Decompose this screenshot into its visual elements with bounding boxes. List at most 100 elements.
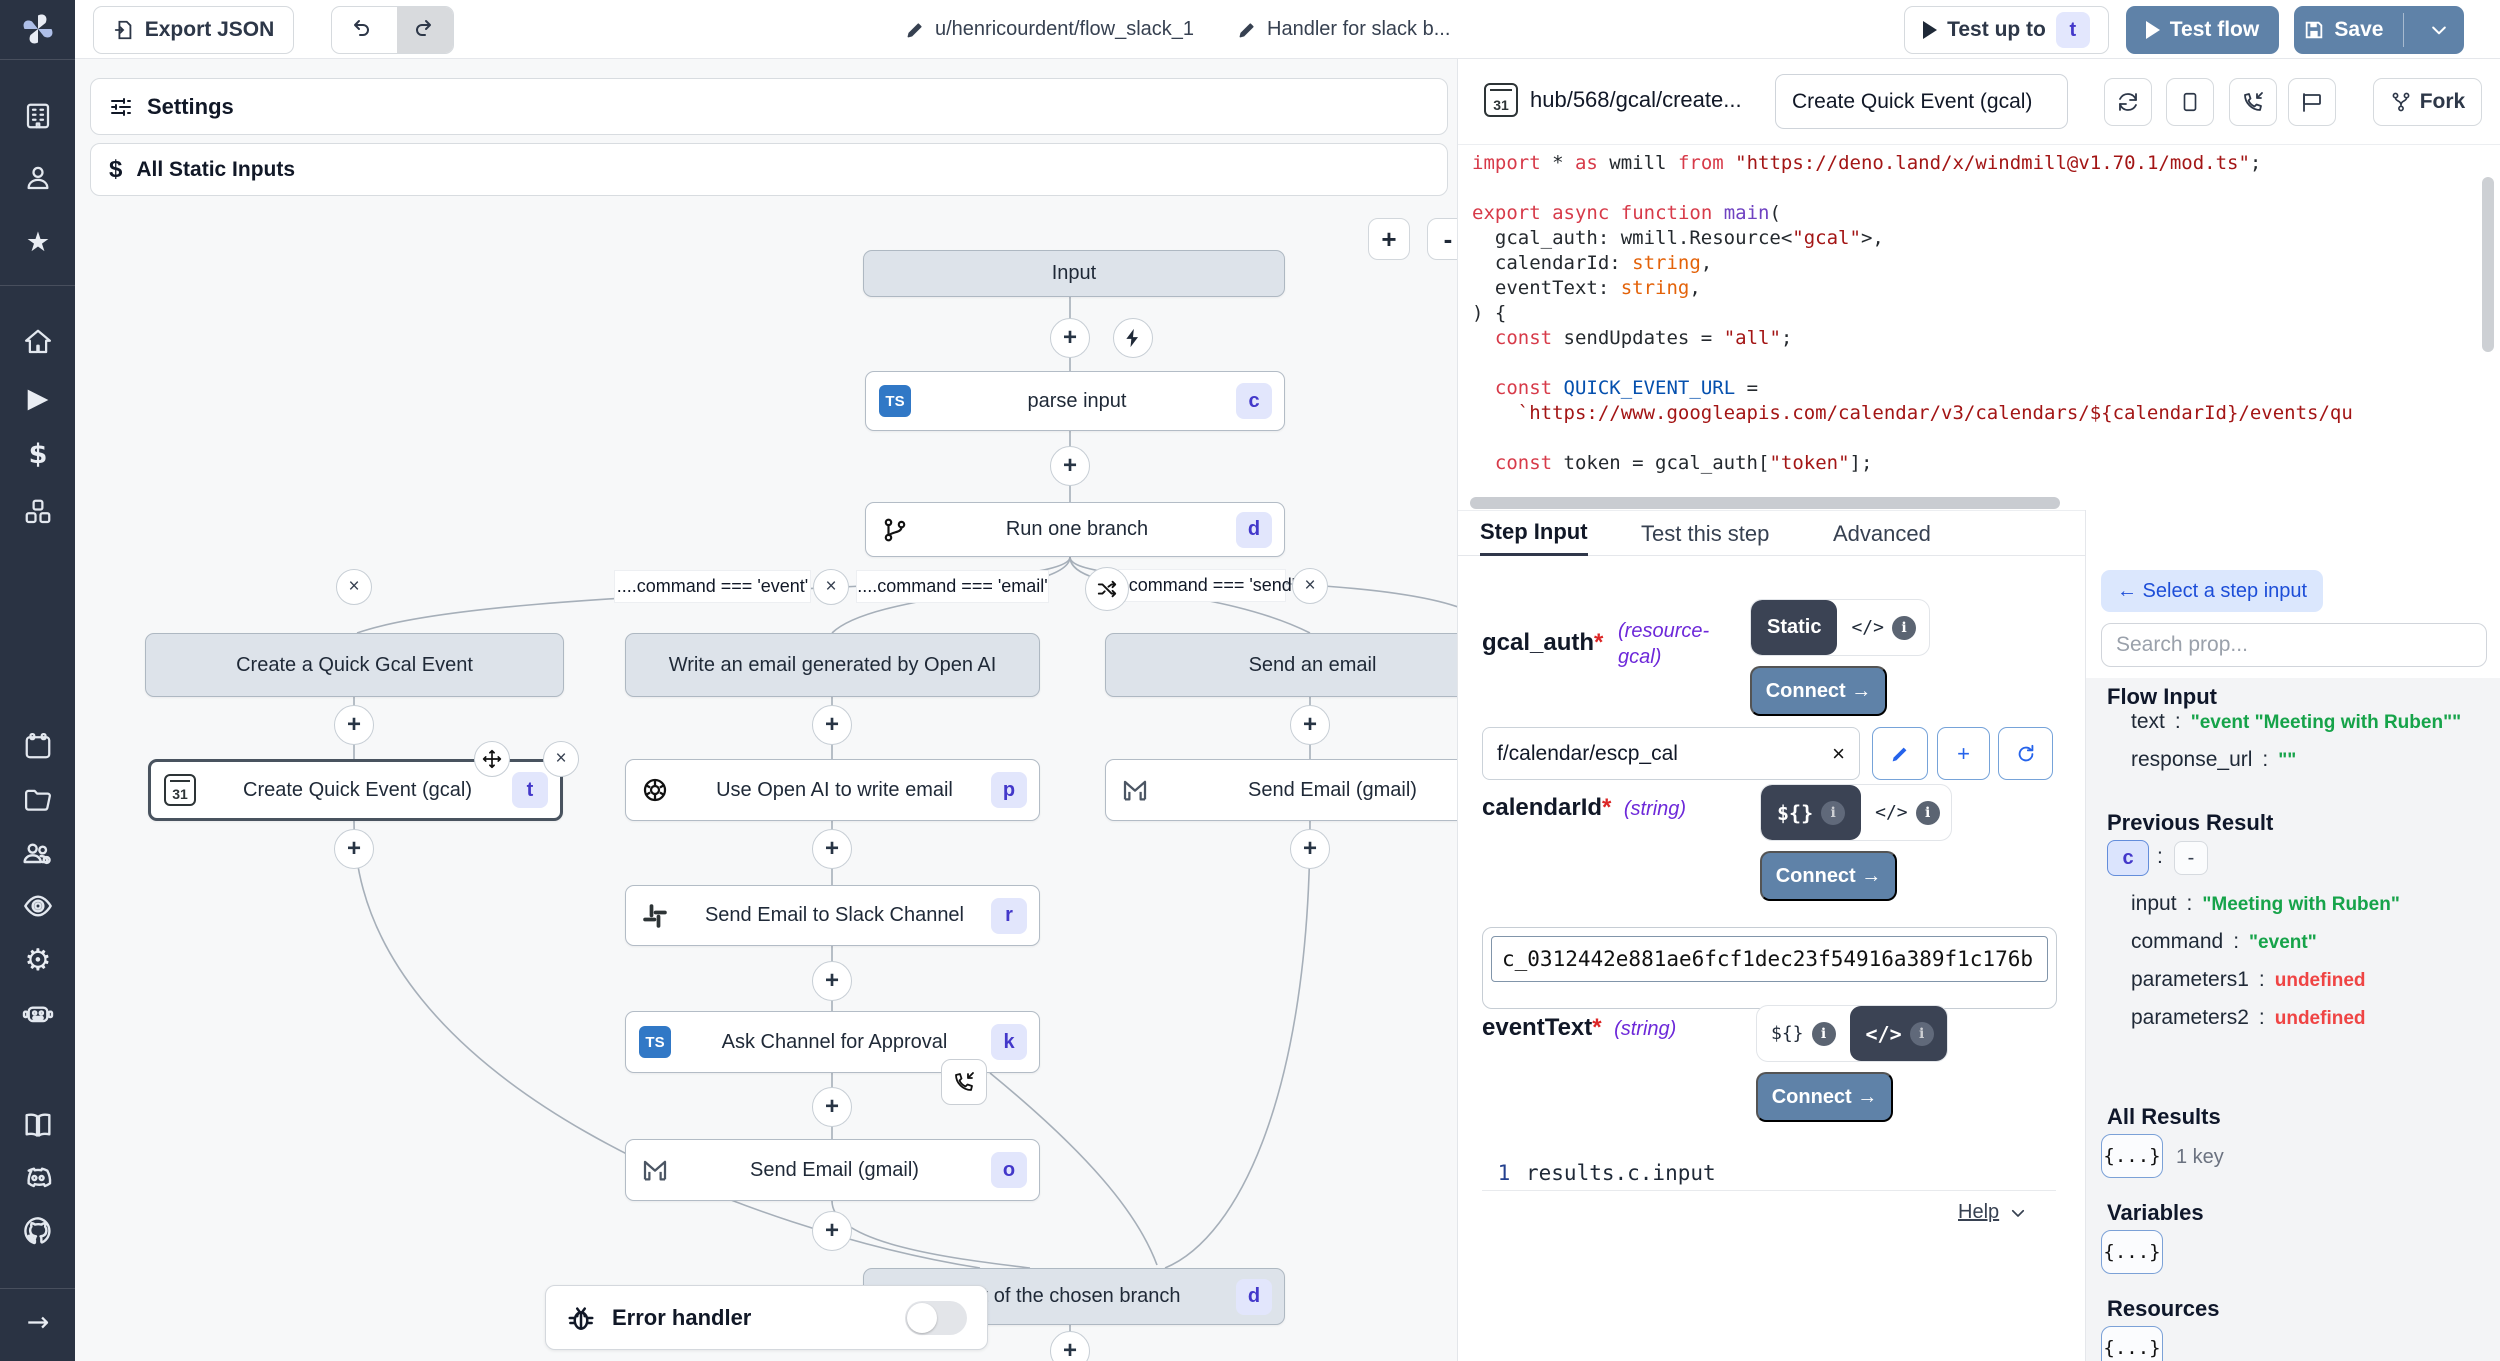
sidebar-item-runs[interactable]: ▶ (17, 377, 59, 419)
edit-resource-button[interactable] (1872, 727, 1928, 780)
code-mode-button[interactable]: </> i (1850, 1006, 1948, 1061)
sidebar-item-schedules[interactable] (17, 725, 59, 767)
add-step-button[interactable]: + (1050, 318, 1090, 358)
remove-branch-button[interactable]: × (336, 569, 372, 605)
sidebar-item-docs[interactable] (17, 1104, 59, 1146)
resources-expand-button[interactable]: {...} (2101, 1326, 2163, 1361)
windmill-logo-icon[interactable] (17, 8, 59, 50)
branch-condition-email[interactable]: ....command === 'email' (856, 570, 1049, 603)
delete-node-button[interactable]: × (543, 741, 579, 777)
eventText-expression-editor[interactable]: 1 results.c.input (1482, 1155, 2056, 1191)
code-vertical-scrollbar[interactable] (2482, 177, 2494, 352)
sidebar-item-workspace[interactable] (17, 95, 59, 137)
connect-button-calendarId[interactable]: Connect → (1760, 851, 1897, 901)
suspend-button[interactable] (2229, 78, 2277, 126)
node-openai-write[interactable]: Use Open AI to write email p (625, 759, 1040, 821)
box-button[interactable] (2166, 78, 2214, 126)
error-handler-toggle[interactable] (905, 1301, 967, 1335)
branch-header-openai[interactable]: Write an email generated by Open AI (625, 633, 1040, 697)
branch-condition-send[interactable]: ....command === 'send' (1118, 569, 1286, 602)
node-slack-channel[interactable]: Send Email to Slack Channel r (625, 885, 1040, 946)
connect-button-eventText[interactable]: Connect → (1756, 1072, 1893, 1122)
add-step-button[interactable]: + (334, 829, 374, 869)
node-run-one-branch[interactable]: Run one branch d (865, 502, 1285, 557)
zoom-out-button[interactable]: - (1427, 218, 1458, 260)
add-step-button[interactable]: + (1050, 446, 1090, 486)
flow-canvas[interactable]: Settings $ All Static Inputs + - Input + (75, 59, 1458, 1361)
sidebar-item-audit-logs[interactable] (17, 885, 59, 927)
node-parse-input[interactable]: TS parse input c (865, 371, 1285, 431)
sidebar-item-folders[interactable] (17, 779, 59, 821)
add-step-button[interactable]: + (812, 1211, 852, 1251)
resource-picker-input[interactable]: f/calendar/escp_cal × (1482, 727, 1860, 780)
interpolate-mode-button[interactable]: ${} i (1761, 785, 1861, 840)
reload-script-button[interactable] (2104, 78, 2152, 126)
prop-entry[interactable]: input:"Meeting with Ruben" (2131, 892, 2491, 930)
help-link[interactable]: Help (1958, 1201, 2027, 1224)
node-send-gmail-mid[interactable]: Send Email (gmail) o (625, 1139, 1040, 1201)
test-up-to-button[interactable]: Test up to t (1904, 6, 2109, 54)
add-resource-button[interactable]: + (1937, 727, 1990, 780)
node-input[interactable]: Input (863, 250, 1285, 297)
suspend-step-badge[interactable] (941, 1059, 987, 1105)
export-json-button[interactable]: Export JSON (93, 6, 294, 54)
node-send-gmail-right[interactable]: Send Email (gmail) (1105, 759, 1458, 821)
sidebar-item-groups[interactable] (17, 833, 59, 875)
prop-entry[interactable]: parameters2:undefined (2131, 1006, 2491, 1044)
move-node-handle[interactable] (474, 741, 510, 777)
sidebar-collapse-icon[interactable]: → (17, 1301, 59, 1343)
prop-entry[interactable]: parameters1:undefined (2131, 968, 2491, 1006)
sidebar-item-resources[interactable] (17, 491, 59, 533)
prop-entry[interactable]: response_url:"" (2131, 748, 2491, 786)
tab-step-input[interactable]: Step Input (1480, 511, 1588, 556)
sidebar-item-workers[interactable] (17, 992, 59, 1034)
add-step-button[interactable]: + (812, 705, 852, 745)
save-button[interactable]: Save (2294, 6, 2393, 54)
code-mode-button[interactable]: </> i (1861, 785, 1952, 840)
remove-branch-button[interactable]: × (1292, 568, 1328, 604)
variables-expand-button[interactable]: {...} (2101, 1230, 2163, 1274)
hub-script-path[interactable]: hub/568/gcal/create... (1530, 87, 1742, 113)
sidebar-item-user[interactable] (17, 157, 59, 199)
add-step-button[interactable]: + (334, 705, 374, 745)
save-dropdown-button[interactable] (2414, 6, 2464, 54)
swap-branches-button[interactable] (1085, 567, 1129, 611)
undo-button[interactable] (332, 7, 387, 53)
sidebar-item-variables[interactable]: $ (17, 433, 59, 475)
refresh-resource-button[interactable] (1998, 727, 2053, 780)
all-results-expand-button[interactable]: {...} (2101, 1134, 2163, 1178)
sidebar-item-discord[interactable] (17, 1157, 59, 1199)
add-step-button[interactable]: + (1290, 829, 1330, 869)
sidebar-item-github[interactable] (17, 1210, 59, 1252)
step-name-input[interactable] (1775, 74, 2068, 129)
zoom-in-button[interactable]: + (1368, 218, 1410, 260)
flow-summary-breadcrumb[interactable]: Handler for slack b... (1237, 0, 1450, 59)
add-step-button[interactable]: + (812, 829, 852, 869)
branch-header-gcal[interactable]: Create a Quick Gcal Event (145, 633, 564, 697)
clear-resource-icon[interactable]: × (1832, 741, 1845, 767)
add-step-button[interactable]: + (812, 961, 852, 1001)
tab-test-this-step[interactable]: Test this step (1641, 511, 1769, 556)
test-flow-button[interactable]: Test flow (2126, 6, 2279, 54)
add-step-button[interactable]: + (1290, 705, 1330, 745)
sidebar-item-home[interactable] (17, 321, 59, 363)
remove-branch-button[interactable]: × (813, 569, 849, 605)
connect-button-gcal-auth[interactable]: Connect → (1750, 666, 1887, 716)
branch-header-send[interactable]: Send an email (1105, 633, 1458, 697)
flow-path-breadcrumb[interactable]: u/henricourdent/flow_slack_1 (905, 0, 1194, 59)
interpolate-mode-button[interactable]: ${} i (1757, 1006, 1850, 1061)
branch-condition-event[interactable]: ....command === 'event' (614, 570, 811, 603)
sidebar-item-favorites[interactable]: ★ (17, 221, 59, 263)
fork-button[interactable]: Fork (2373, 78, 2482, 126)
sidebar-item-settings[interactable]: ⚙ (17, 939, 59, 981)
code-mode-button[interactable]: </> i (1837, 600, 1930, 655)
select-step-input-button[interactable]: ← Select a step input (2101, 570, 2323, 612)
previous-step-badge[interactable]: c (2107, 840, 2149, 876)
code-editor[interactable]: import * as wmill from "https://deno.lan… (1472, 151, 2472, 476)
prop-entry[interactable]: text:"event "Meeting with Ruben"" (2131, 710, 2491, 748)
trigger-bolt-button[interactable] (1113, 318, 1153, 358)
collapse-result-button[interactable]: - (2174, 841, 2208, 875)
search-prop-input[interactable] (2101, 623, 2487, 667)
sleep-button[interactable] (2288, 78, 2336, 126)
redo-button[interactable] (397, 7, 453, 53)
